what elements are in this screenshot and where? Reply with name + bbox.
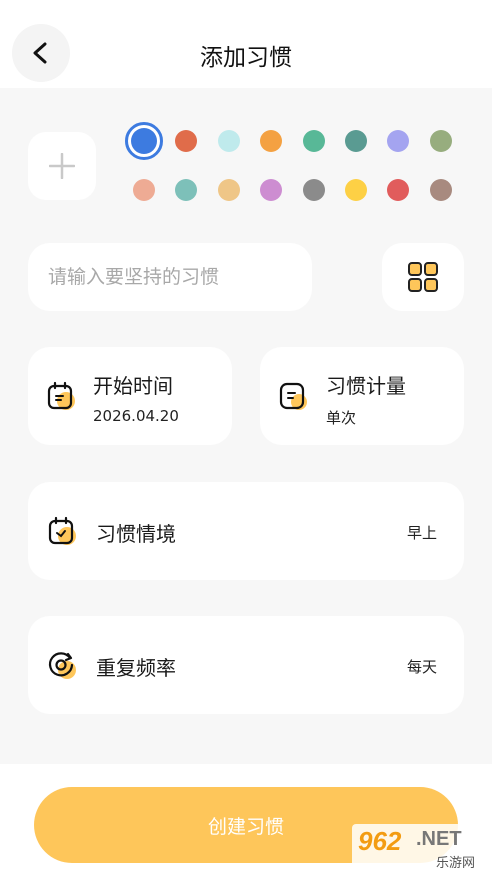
color-swatch[interactable]	[303, 130, 325, 152]
repeat-frequency-card[interactable]: 重复频率 每天	[28, 616, 464, 714]
color-swatch[interactable]	[387, 130, 409, 152]
page-title: 添加习惯	[200, 45, 292, 71]
color-swatch[interactable]	[125, 122, 163, 160]
habit-context-label: 习惯情境	[96, 522, 176, 546]
color-swatch[interactable]	[303, 179, 325, 201]
repeat-icon	[48, 652, 76, 679]
watermark-logo: 962 .NET 乐游网	[352, 824, 488, 871]
habit-measure-value: 单次	[326, 409, 357, 427]
color-swatch[interactable]	[345, 179, 367, 201]
habit-measure-label: 习惯计量	[326, 374, 406, 398]
add-color-button[interactable]	[28, 132, 96, 200]
color-swatch[interactable]	[175, 130, 197, 152]
repeat-frequency-label: 重复频率	[96, 656, 176, 680]
watermark-net: .NET	[416, 828, 462, 850]
habit-context-card[interactable]: 习惯情境 早上	[28, 482, 464, 580]
color-swatch[interactable]	[345, 130, 367, 152]
color-swatch[interactable]	[218, 179, 240, 201]
note-icon	[279, 382, 307, 410]
color-swatch[interactable]	[430, 179, 452, 201]
habit-context-value: 早上	[406, 524, 437, 542]
color-swatch[interactable]	[175, 179, 197, 201]
color-swatch[interactable]	[260, 179, 282, 201]
calendar-icon	[47, 381, 75, 410]
habit-name-input[interactable]	[28, 243, 312, 311]
watermark-number: 962	[358, 826, 402, 856]
grid-icon	[408, 262, 438, 292]
start-time-label: 开始时间	[93, 374, 173, 398]
header: 添加习惯	[0, 0, 492, 88]
watermark-text: 乐游网	[436, 856, 476, 871]
repeat-frequency-value: 每天	[406, 658, 437, 676]
icon-picker-button[interactable]	[382, 243, 464, 311]
color-swatch[interactable]	[430, 130, 452, 152]
color-swatch[interactable]	[218, 130, 240, 152]
alarm-clock-icon	[48, 516, 76, 545]
start-time-card[interactable]: 开始时间 2026.04.20	[28, 347, 232, 445]
habit-measure-card[interactable]: 习惯计量 单次	[260, 347, 464, 445]
color-swatch[interactable]	[387, 179, 409, 201]
plus-icon	[49, 153, 75, 179]
color-swatch[interactable]	[260, 130, 282, 152]
start-time-value: 2026.04.20	[93, 407, 179, 425]
color-swatch[interactable]	[133, 179, 155, 201]
